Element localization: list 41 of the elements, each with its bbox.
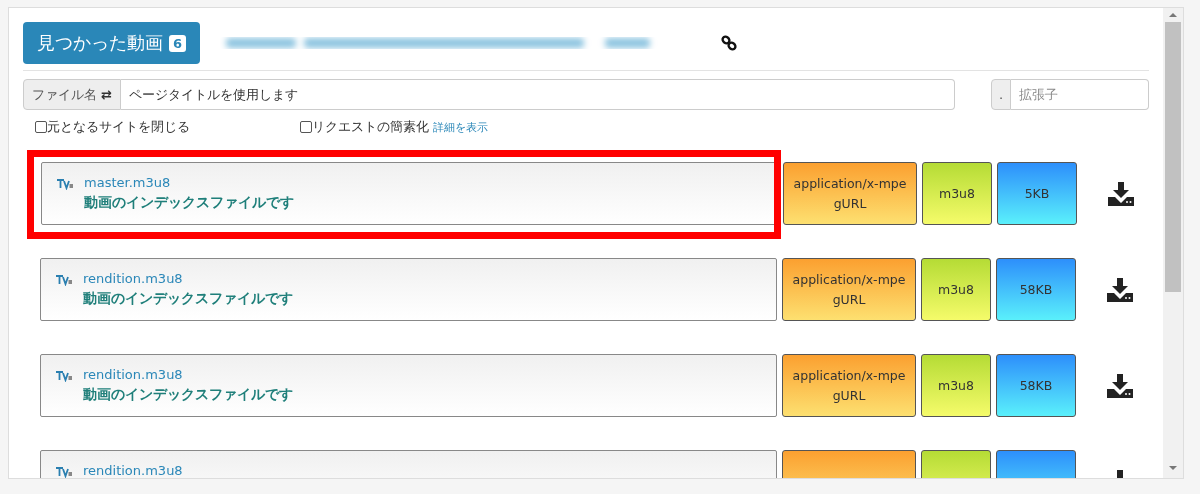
mime-type-tag: application/x-mpegURL [782, 258, 916, 321]
extension-tag: m3u8 [921, 354, 991, 417]
size-tag: 58KB [996, 354, 1076, 417]
file-description: 動画のインデックスファイルです [83, 386, 293, 404]
download-icon[interactable] [1107, 373, 1133, 398]
file-name: rendition.m3u8 [83, 271, 184, 286]
video-item[interactable]: rendition.m3u8 動画のインデックスファイルです [40, 258, 777, 321]
file-description: 動画のインデックスファイルです [83, 290, 293, 308]
mime-type-tag: application/x-mpegURL [783, 162, 917, 225]
file-name: rendition.m3u8 [83, 367, 184, 382]
file-name: rendition.m3u8 [83, 463, 183, 478]
checkbox[interactable] [35, 121, 47, 133]
details-link[interactable]: 詳細を表示 [433, 119, 488, 135]
download-icon[interactable] [1107, 277, 1133, 302]
extension-field[interactable]: 拡張子 [1011, 79, 1149, 110]
video-item[interactable]: rendition.m3u8 動画のインデックスファイルです [40, 354, 777, 417]
tv-icon [56, 178, 74, 190]
mime-type-tag: application/x-mpegURL [782, 354, 916, 417]
count-badge: 6 [169, 34, 187, 52]
tv-icon [55, 274, 73, 286]
download-icon[interactable] [1108, 181, 1134, 206]
tv-icon [55, 466, 73, 478]
size-tag: 5KB [997, 162, 1077, 225]
file-description: 動画のインデックスファイルです [84, 194, 294, 212]
tv-icon [55, 370, 73, 382]
extension-tag: m3u8 [921, 258, 991, 321]
extension-tag: m3u8 [922, 162, 992, 225]
file-name: master.m3u8 [84, 175, 172, 190]
scroll-up-icon[interactable] [1169, 13, 1177, 17]
filename-field[interactable]: ページタイトルを使用します [120, 79, 955, 110]
dot-addon: . [991, 79, 1012, 110]
link-icon[interactable] [720, 34, 739, 52]
found-videos-button[interactable]: 見つかった動画 6 [23, 22, 201, 64]
option-label: 元となるサイトを閉じる [47, 118, 190, 136]
video-item[interactable]: rendition.m3u8 [40, 450, 777, 478]
checkbox[interactable] [300, 121, 312, 133]
size-tag: 58KB [996, 258, 1076, 321]
option-label: リクエストの簡素化 [312, 118, 429, 136]
scrollbar[interactable] [1163, 8, 1183, 478]
filename-label: ファイル名 ⇄ [23, 79, 121, 110]
scroll-down-icon[interactable] [1169, 466, 1177, 470]
